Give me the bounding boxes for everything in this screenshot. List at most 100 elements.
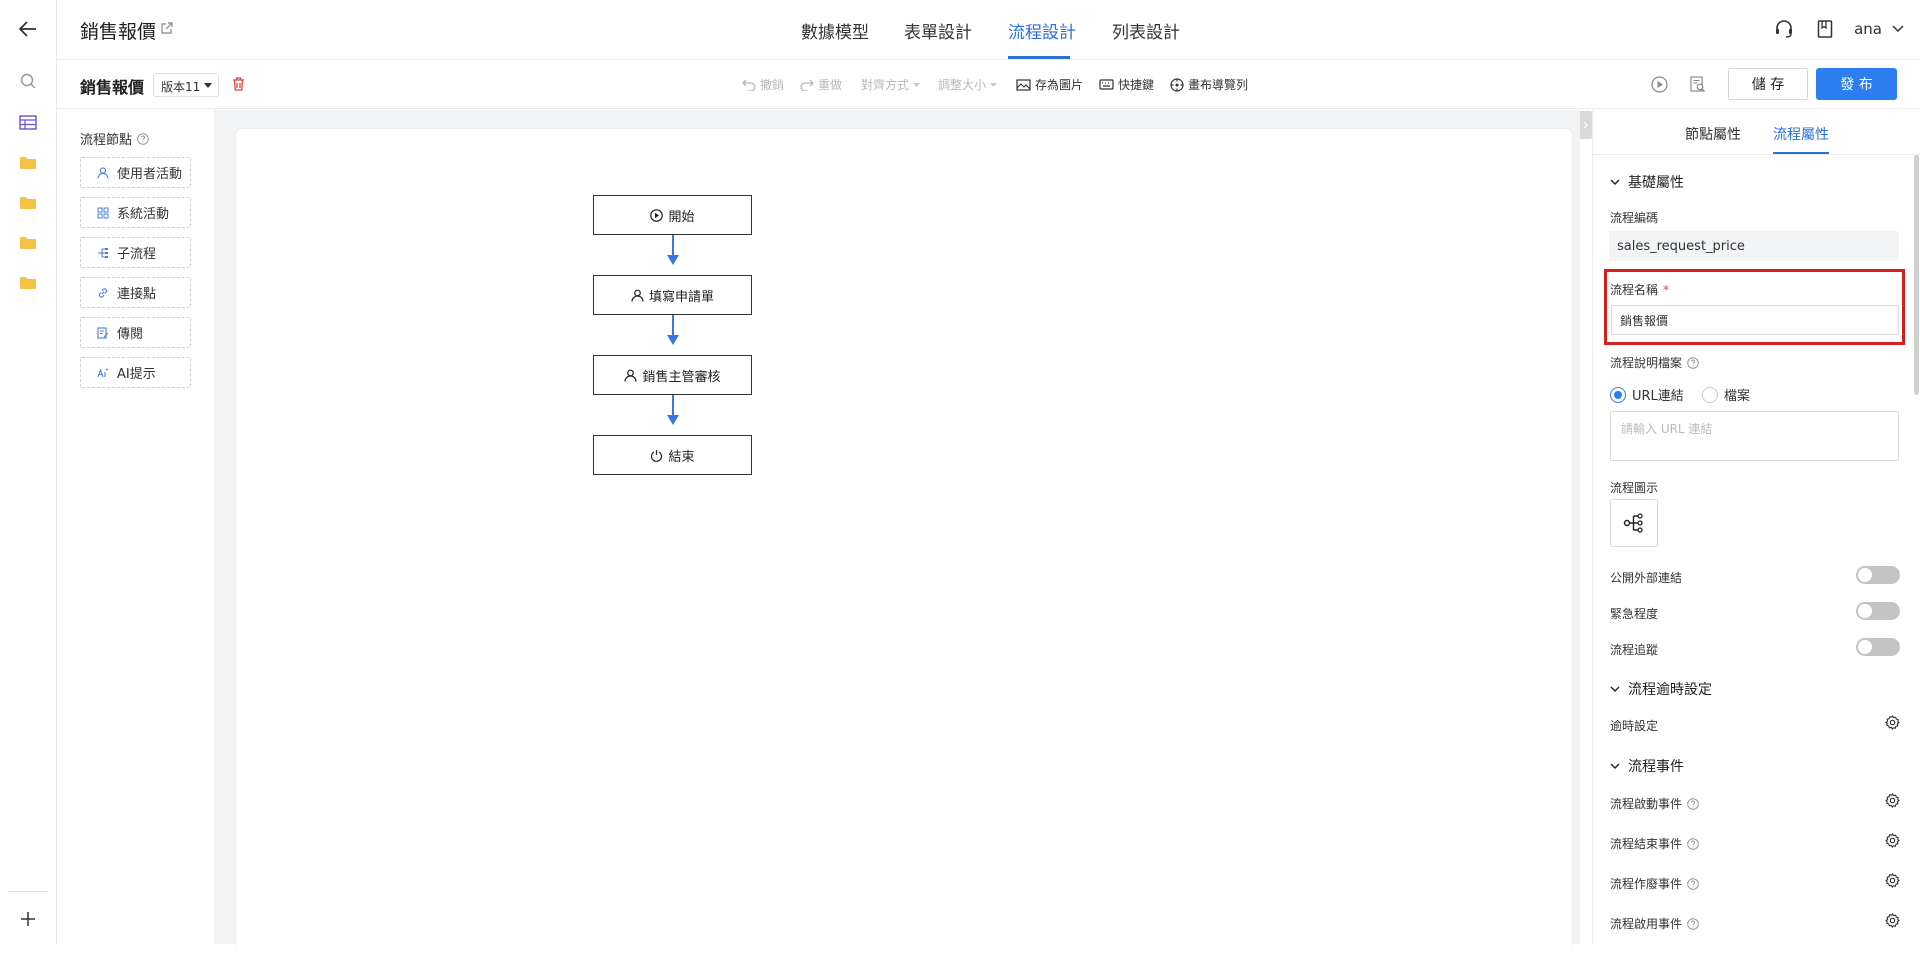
flow-node-end[interactable]: 結束 <box>593 435 752 475</box>
panel-scrollbar[interactable] <box>1914 155 1919 395</box>
edit-document-icon <box>97 326 109 339</box>
gear-icon[interactable] <box>1885 873 1900 888</box>
event-end-label: 流程結束事件 <box>1610 835 1699 852</box>
version-select[interactable]: 版本11 <box>153 73 219 97</box>
section-events[interactable]: 流程事件 <box>1610 756 1684 776</box>
toolbar: 銷售報價 版本11 撤銷 重做 對齊方式 調整大小 存為圖片 快捷鍵 畫布導覽列 <box>57 60 1920 109</box>
canvas-nav-button[interactable]: 畫布導覽列 <box>1170 76 1248 93</box>
inspect-document-icon[interactable] <box>1690 76 1706 93</box>
flow-connector <box>672 395 674 417</box>
flow-arrow <box>667 255 679 265</box>
process-icon-picker[interactable] <box>1610 499 1658 547</box>
tab-node-properties[interactable]: 節點屬性 <box>1685 124 1741 144</box>
process-name-input[interactable] <box>1611 305 1899 335</box>
flow-node-fill-application[interactable]: 填寫申請單 <box>593 275 752 315</box>
flow-canvas[interactable]: 開始 填寫申請單 銷售主管審核 結束 <box>236 129 1572 959</box>
support-headset-icon[interactable] <box>1774 19 1794 39</box>
navigation-icon <box>1170 77 1184 92</box>
gear-icon[interactable] <box>1885 913 1900 928</box>
book-icon[interactable] <box>1817 20 1833 38</box>
tab-form-design[interactable]: 表單設計 <box>904 18 972 43</box>
flow-arrow <box>667 415 679 425</box>
tracking-toggle[interactable] <box>1856 638 1900 656</box>
delete-icon[interactable] <box>232 77 245 91</box>
tab-process-design[interactable]: 流程設計 <box>1008 18 1076 43</box>
power-icon <box>651 449 663 462</box>
undo-button[interactable]: 撤銷 <box>742 76 784 93</box>
palette-item-ai-prompt[interactable]: AI提示 <box>80 357 191 388</box>
caret-down-icon <box>990 82 998 87</box>
folder-icon[interactable] <box>16 230 40 254</box>
flow-connector <box>672 235 674 257</box>
shortcuts-button[interactable]: 快捷鍵 <box>1099 76 1154 93</box>
folder-icon[interactable] <box>16 150 40 174</box>
palette-item-user-activity[interactable]: 使用者活動 <box>80 157 191 188</box>
document-title: 銷售報價 <box>80 78 145 97</box>
process-code-label: 流程編碼 <box>1610 211 1659 225</box>
flow-branch-icon <box>1623 513 1643 533</box>
event-start-label: 流程啟動事件 <box>1610 795 1699 812</box>
align-dropdown[interactable]: 對齊方式 <box>861 76 921 93</box>
palette-item-circulate[interactable]: 傳閱 <box>80 317 191 348</box>
process-icon-label: 流程圖示 <box>1610 481 1659 495</box>
save-image-button[interactable]: 存為圖片 <box>1016 76 1083 93</box>
node-palette: 流程節點 使用者活動 系統活動 子流程 連接點 傳閱 AI提示 <box>57 110 215 944</box>
publish-button[interactable]: 發 布 <box>1816 68 1897 100</box>
folder-icon[interactable] <box>16 270 40 294</box>
folder-icon[interactable] <box>16 190 40 214</box>
search-icon[interactable] <box>16 69 40 93</box>
undo-icon <box>742 79 756 91</box>
user-icon <box>631 289 644 302</box>
palette-item-subprocess[interactable]: 子流程 <box>80 237 191 268</box>
property-panel: 節點屬性 流程屬性 基礎屬性 流程編碼 sales_request_price … <box>1592 110 1920 944</box>
resize-dropdown[interactable]: 調整大小 <box>938 76 998 93</box>
rail-divider <box>8 891 48 892</box>
gear-icon[interactable] <box>1885 715 1900 730</box>
plus-icon[interactable] <box>16 907 40 931</box>
help-icon <box>1687 917 1699 930</box>
url-input[interactable] <box>1610 411 1899 461</box>
section-basic-properties[interactable]: 基礎屬性 <box>1610 172 1684 192</box>
version-value: 版本11 <box>161 80 201 94</box>
collapse-right-panel-handle[interactable] <box>1578 111 1592 139</box>
tab-data-model[interactable]: 數據模型 <box>801 18 869 43</box>
help-icon <box>1687 837 1699 850</box>
user-name[interactable]: ana <box>1854 20 1882 38</box>
play-circle-icon <box>650 208 664 222</box>
tab-list-design[interactable]: 列表設計 <box>1112 18 1180 43</box>
external-link-icon[interactable] <box>161 22 173 34</box>
flow-arrow <box>667 335 679 345</box>
urgency-toggle[interactable] <box>1856 602 1900 620</box>
process-name-label: 流程名稱 * <box>1610 282 1670 298</box>
keyboard-icon <box>1099 79 1114 90</box>
radio-file[interactable]: 檔案 <box>1702 385 1750 404</box>
help-icon <box>137 132 149 145</box>
radio-url-link[interactable]: URL連結 <box>1610 385 1684 404</box>
gear-icon[interactable] <box>1885 793 1900 808</box>
table-icon[interactable] <box>16 110 40 134</box>
flow-node-start[interactable]: 開始 <box>593 195 752 235</box>
radio-dot-checked <box>1610 386 1626 403</box>
chevron-down-icon[interactable] <box>1892 25 1904 33</box>
section-timeout[interactable]: 流程逾時設定 <box>1610 679 1712 699</box>
palette-item-connector[interactable]: 連接點 <box>80 277 191 308</box>
save-button[interactable]: 儲 存 <box>1728 68 1808 100</box>
palette-title: 流程節點 <box>80 129 149 148</box>
flow-node-sales-manager-review[interactable]: 銷售主管審核 <box>593 355 752 395</box>
palette-item-system-activity[interactable]: 系統活動 <box>80 197 191 228</box>
gear-icon[interactable] <box>1885 833 1900 848</box>
app-title: 銷售報價 <box>80 21 157 43</box>
process-doc-label: 流程說明檔案 <box>1610 354 1699 371</box>
play-simulate-icon[interactable] <box>1651 76 1668 93</box>
caret-down-icon <box>204 83 212 88</box>
user-icon <box>624 369 638 382</box>
event-enable-label: 流程啟用事件 <box>1610 915 1699 932</box>
public-link-toggle[interactable] <box>1856 566 1900 584</box>
left-rail <box>0 0 57 944</box>
redo-button[interactable]: 重做 <box>800 76 842 93</box>
redo-icon <box>800 79 814 91</box>
flow-connector <box>672 315 674 337</box>
subprocess-icon <box>98 247 108 258</box>
back-arrow-icon[interactable] <box>16 17 40 41</box>
tab-process-properties[interactable]: 流程屬性 <box>1773 124 1829 144</box>
